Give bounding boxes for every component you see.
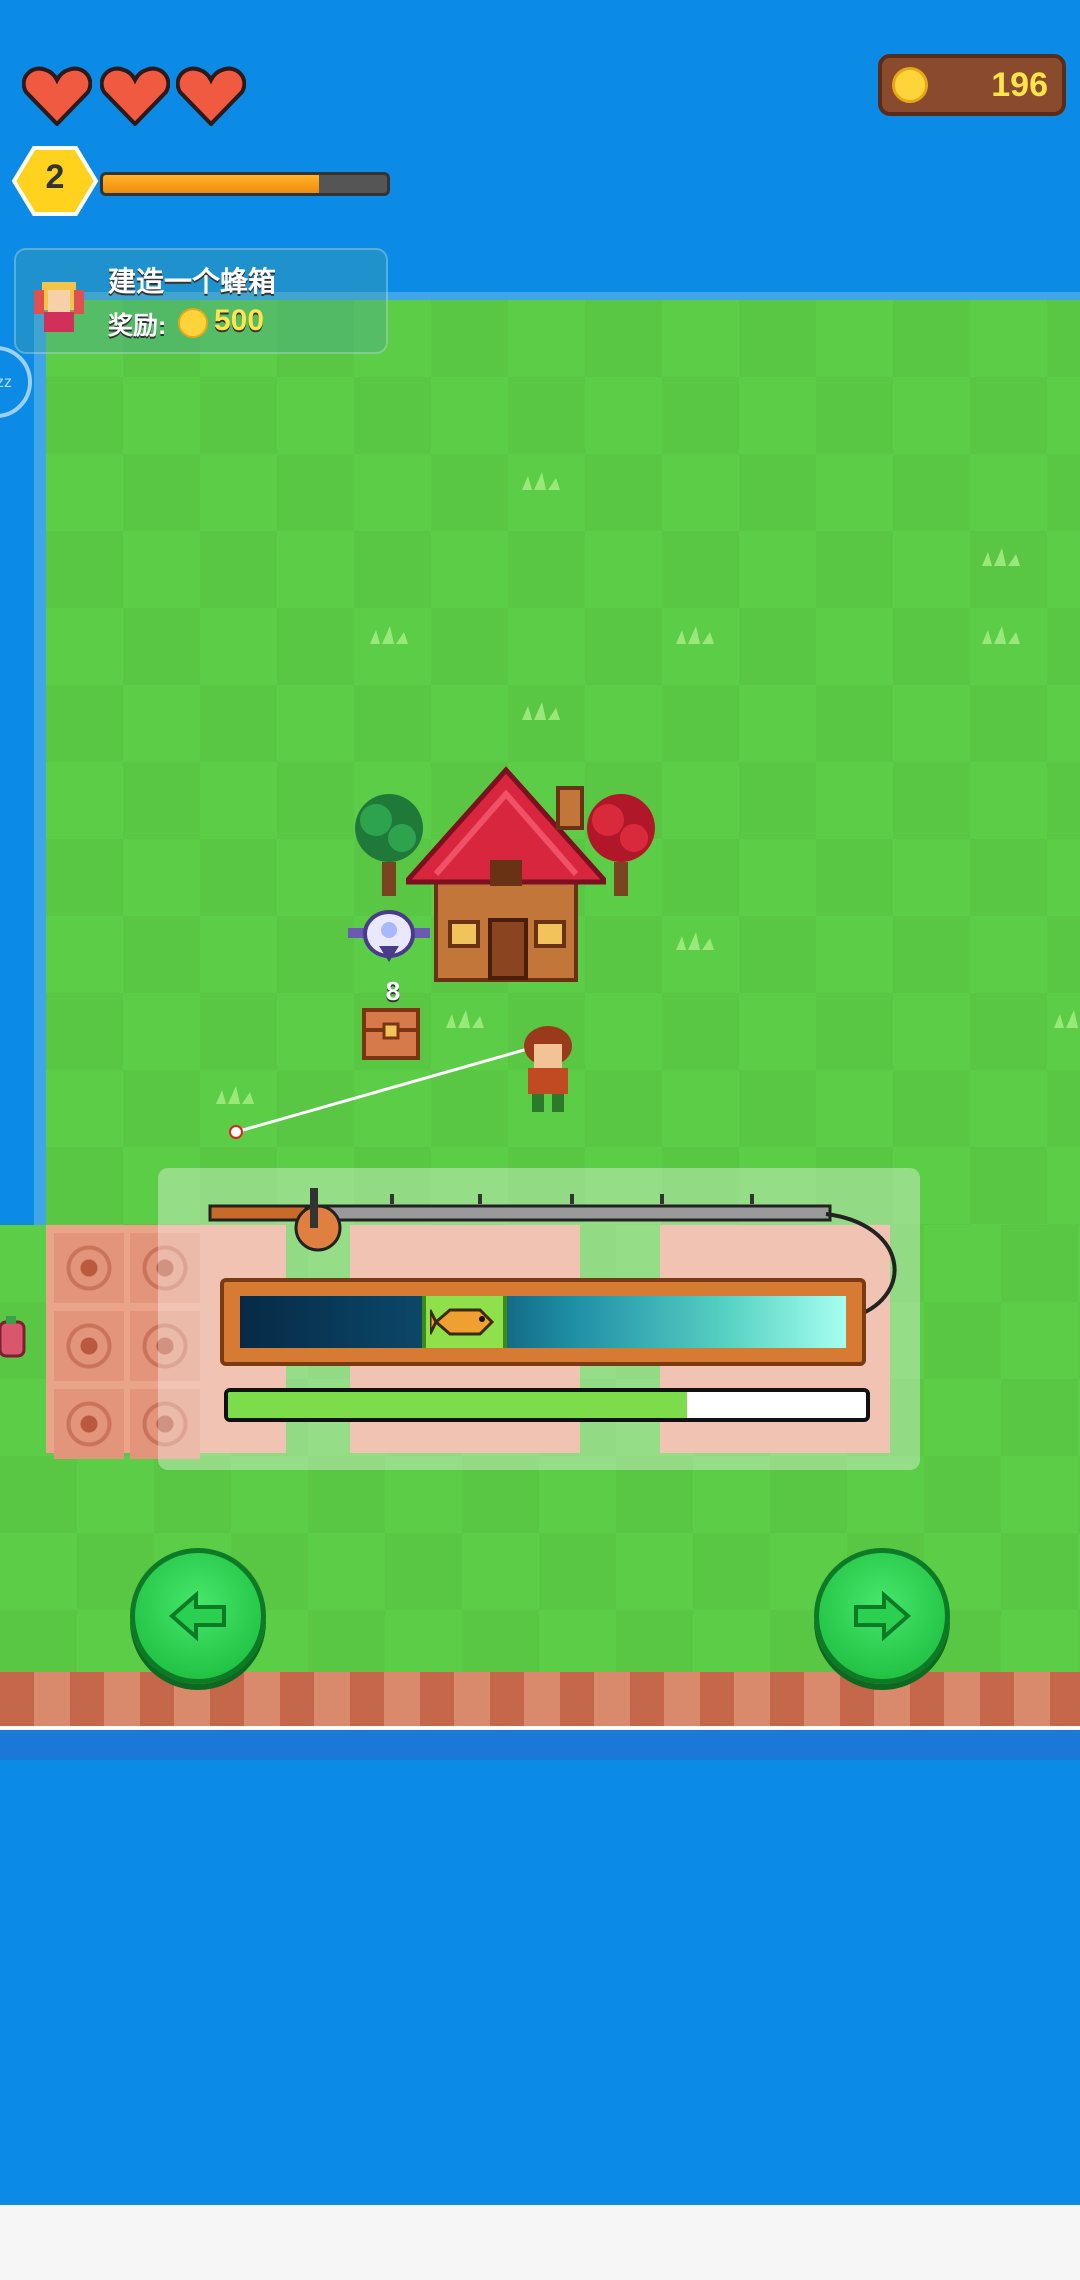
- fishing-water-gradient: [240, 1296, 846, 1348]
- grass-tuft-icon: [982, 626, 1020, 644]
- player-character[interactable]: [514, 1024, 584, 1116]
- heart-icon: [176, 66, 246, 126]
- quest-giver-avatar: [34, 282, 84, 332]
- heart-icon: [22, 66, 92, 126]
- left-arrow-icon: [168, 1591, 226, 1641]
- farm-plot[interactable]: [54, 1233, 124, 1303]
- heart-icon: [100, 66, 170, 126]
- coin-icon: [892, 67, 928, 103]
- quest-reward-value: 500: [214, 304, 265, 337]
- player-level: 2: [45, 158, 65, 196]
- grass-tuft-icon: [522, 472, 560, 490]
- quest-card[interactable]: 建造一个蜂箱 奖励: 500: [14, 248, 388, 354]
- grass-tuft-icon: [982, 548, 1020, 566]
- move-left-button[interactable]: [130, 1548, 266, 1684]
- coin-icon: [178, 308, 208, 338]
- fishing-line: [229, 1044, 539, 1139]
- right-arrow-icon: [854, 1591, 912, 1641]
- quest-reward-label: 奖励:: [108, 312, 167, 340]
- quest-title: 建造一个蜂箱: [108, 266, 277, 297]
- cliff-water-shadow: [0, 1730, 1080, 1760]
- drone-icon[interactable]: [346, 906, 432, 966]
- house-icon[interactable]: [406, 764, 606, 986]
- fruit-icon: [0, 1316, 26, 1358]
- chest-count: 8: [385, 976, 401, 1006]
- grass-tuft-icon: [676, 626, 714, 644]
- system-bottom-bar: [0, 2205, 1080, 2280]
- coin-count: 196: [991, 66, 1048, 104]
- cliff-edge: [0, 1672, 1080, 1732]
- catch-progress-bar: [224, 1388, 870, 1422]
- grass-tuft-icon: [370, 626, 408, 644]
- grass-tuft-icon: [676, 932, 714, 950]
- fishing-tension-bar: [220, 1278, 866, 1366]
- farm-plot[interactable]: [54, 1311, 124, 1381]
- grass-tuft-icon: [446, 1010, 484, 1028]
- xp-fill: [103, 175, 319, 193]
- xp-bar: [100, 172, 390, 196]
- coin-counter[interactable]: 196: [878, 54, 1066, 116]
- move-right-button[interactable]: [814, 1548, 950, 1684]
- fish-icon: [429, 1308, 494, 1336]
- farm-plot[interactable]: [54, 1389, 124, 1459]
- catch-progress-fill: [228, 1392, 688, 1418]
- sleep-icon: zz: [0, 374, 12, 391]
- grass-tuft-icon: [1054, 1010, 1078, 1028]
- grass-tuft-icon: [522, 702, 560, 720]
